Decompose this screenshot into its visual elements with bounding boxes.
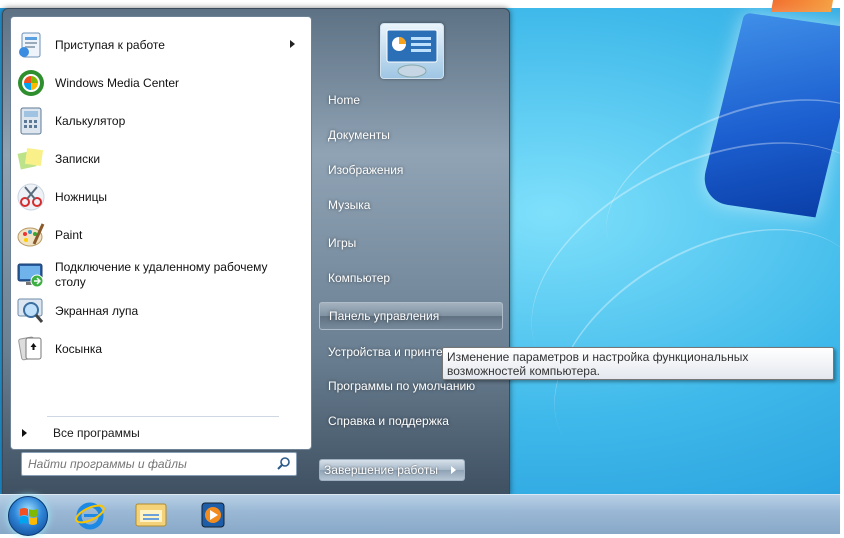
place-label: Home: [328, 93, 361, 107]
windows-logo-orange-pane: [770, 0, 834, 12]
place-control-panel[interactable]: Панель управления: [319, 302, 503, 330]
remote-desktop-icon: [15, 259, 47, 291]
program-item-paint[interactable]: Paint: [15, 217, 305, 253]
place-computer[interactable]: Компьютер: [319, 265, 503, 291]
place-label: Устройства и принте: [328, 345, 443, 359]
shutdown-label: Завершение работы: [324, 463, 438, 477]
media-player-icon[interactable]: [192, 498, 232, 532]
place-label: Изображения: [328, 163, 404, 177]
scissors-icon: [15, 181, 47, 213]
internet-explorer-icon[interactable]: [70, 498, 110, 532]
program-label: Ножницы: [55, 189, 108, 204]
chevron-right-icon: [450, 466, 456, 474]
place-label: Программы по умолчанию: [328, 379, 476, 393]
program-item-getting-started[interactable]: Приступая к работе: [15, 27, 305, 63]
place-label: Игры: [328, 236, 357, 250]
shutdown-button[interactable]: Завершение работы: [319, 459, 443, 481]
shutdown-options-button[interactable]: [442, 459, 465, 481]
place-help-support[interactable]: Справка и поддержка: [319, 408, 503, 434]
program-label: Экранная лупа: [55, 303, 139, 318]
program-label: Косынка: [55, 341, 103, 356]
control-panel-icon: [386, 29, 438, 78]
place-label: Документы: [328, 128, 390, 142]
sticky-notes-icon: [15, 143, 47, 175]
start-orb-icon[interactable]: [8, 496, 48, 536]
chevron-right-icon: [22, 429, 27, 437]
programs-divider: [47, 416, 279, 417]
chevron-right-icon[interactable]: [290, 40, 295, 48]
search-box[interactable]: [21, 452, 297, 476]
program-item-media-center[interactable]: Windows Media Center: [15, 65, 305, 101]
programs-pane: Приступая к работе Windows Media Center …: [10, 16, 312, 450]
solitaire-icon: [15, 333, 47, 365]
program-item-snipping-tool[interactable]: Ножницы: [15, 179, 305, 215]
place-home[interactable]: Home: [319, 87, 503, 113]
program-label: Paint: [55, 227, 83, 242]
windows-flag-icon: [20, 508, 37, 525]
program-item-remote-desktop[interactable]: Подключение к удаленному рабочему столу: [15, 255, 305, 295]
place-devices-printers[interactable]: Устройства и принте: [319, 339, 447, 365]
search-icon[interactable]: [276, 456, 292, 472]
place-label: Музыка: [328, 198, 371, 212]
search-input[interactable]: [26, 455, 270, 473]
place-music[interactable]: Музыка: [319, 192, 503, 218]
taskbar: [0, 494, 840, 536]
program-item-calculator[interactable]: Калькулятор: [15, 103, 305, 139]
all-programs-button[interactable]: Все программы: [19, 423, 140, 443]
program-item-solitaire[interactable]: Косынка: [15, 331, 305, 367]
tooltip: Изменение параметров и настройка функцио…: [442, 347, 834, 380]
program-label: Калькулятор: [55, 113, 126, 128]
windows-explorer-icon[interactable]: [131, 498, 171, 532]
place-label: Панель управления: [329, 309, 440, 323]
screenshot-margin-right: [840, 0, 844, 533]
screenshot-margin-top: [0, 0, 844, 8]
magnifier-icon: [15, 295, 47, 327]
program-label: Windows Media Center: [55, 75, 180, 90]
place-documents[interactable]: Документы: [319, 122, 503, 148]
program-item-sticky-notes[interactable]: Записки: [15, 141, 305, 177]
paint-icon: [15, 219, 47, 251]
place-pictures[interactable]: Изображения: [319, 157, 503, 183]
getting-started-icon: [15, 29, 47, 61]
program-label: Записки: [55, 151, 101, 166]
program-label: Приступая к работе: [55, 37, 165, 52]
user-picture[interactable]: [380, 23, 444, 79]
place-games[interactable]: Игры: [319, 230, 503, 256]
program-item-magnifier[interactable]: Экранная лупа: [15, 293, 305, 329]
place-label: Компьютер: [328, 271, 391, 285]
tooltip-text: Изменение параметров и настройка функцио…: [447, 350, 749, 378]
start-menu: Приступая к работе Windows Media Center …: [2, 8, 510, 496]
program-label: Подключение к удаленному рабочему столу: [55, 260, 268, 289]
calculator-icon: [15, 105, 47, 137]
media-center-icon: [15, 67, 47, 99]
all-programs-label: Все программы: [53, 426, 140, 440]
place-label: Справка и поддержка: [328, 414, 449, 428]
